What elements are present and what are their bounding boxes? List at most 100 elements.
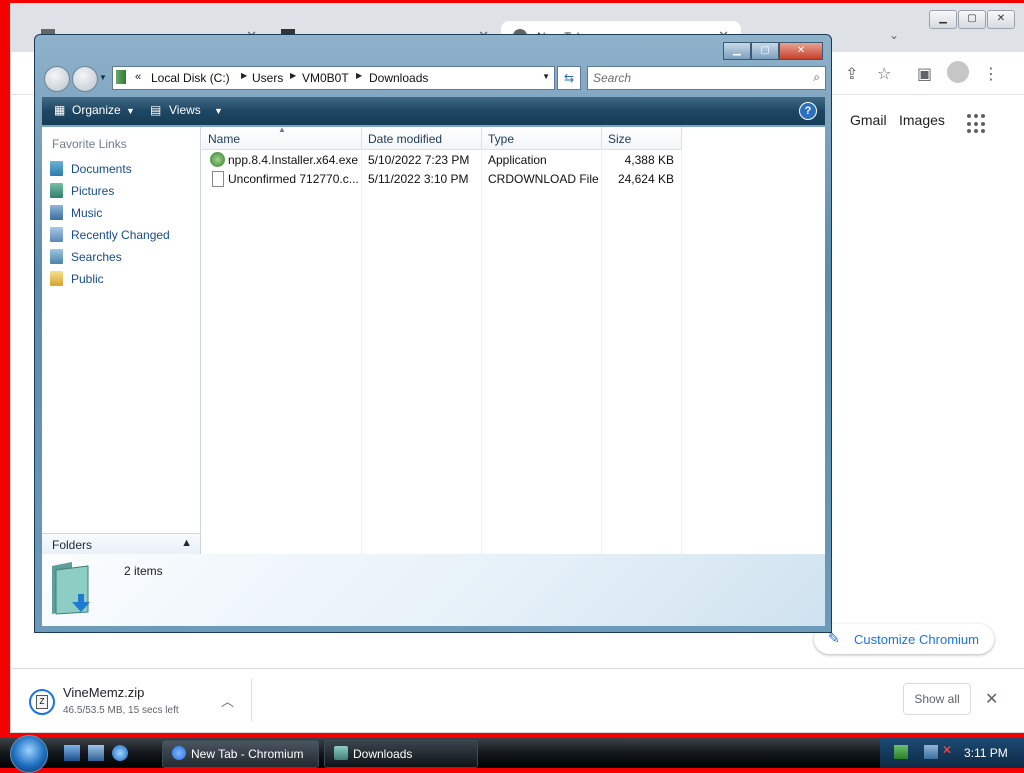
- double-chevron-icon[interactable]: «: [135, 71, 141, 83]
- organize-button[interactable]: Organize: [72, 103, 121, 117]
- column-divider: [361, 149, 362, 554]
- breadcrumb-arrow-icon[interactable]: ▶: [356, 71, 362, 80]
- search-icon[interactable]: ⌕: [813, 70, 820, 85]
- share-icon[interactable]: ⇪: [845, 64, 858, 84]
- column-header-size[interactable]: Size: [602, 127, 682, 150]
- file-icon: [212, 171, 224, 187]
- chevron-up-icon: ▲: [181, 537, 192, 549]
- close-button[interactable]: ✕: [987, 10, 1015, 29]
- switch-windows-icon[interactable]: [88, 745, 104, 761]
- menu-kebab-icon[interactable]: ⋮: [983, 64, 999, 84]
- customize-label: Customize Chromium: [854, 632, 979, 647]
- task-label: Downloads: [353, 747, 413, 761]
- breadcrumb-user[interactable]: VM0B0T: [302, 71, 349, 85]
- column-header-name[interactable]: ▲ Name: [202, 125, 362, 150]
- tab-search-chevron-icon[interactable]: ⌄: [889, 28, 899, 42]
- recent-pages-chevron-icon[interactable]: ▼: [99, 73, 107, 82]
- refresh-icon[interactable]: ⇆: [557, 66, 581, 90]
- system-tray: ✕ 3:11 PM: [880, 738, 1024, 768]
- explorer-window-controls: ▁ ▢ ✕: [723, 42, 823, 60]
- back-button[interactable]: [44, 66, 70, 92]
- column-divider: [481, 149, 482, 554]
- item-count: 2 items: [124, 564, 163, 578]
- download-filename[interactable]: VineMemz.zip: [63, 685, 144, 700]
- address-dropdown-icon[interactable]: ▼: [542, 72, 550, 81]
- nav-item-pictures[interactable]: Pictures: [48, 181, 196, 201]
- taskbar-button-chromium[interactable]: New Tab - Chromium: [162, 740, 319, 768]
- views-dropdown-icon[interactable]: ▼: [214, 106, 223, 116]
- breadcrumb-arrow-icon[interactable]: ▶: [241, 71, 247, 80]
- explorer-window: ▁ ▢ ✕ ▼ « Local Disk (C:) ▶ Users ▶ VM0B…: [34, 34, 832, 633]
- file-name: Unconfirmed 712770.c...: [228, 172, 359, 186]
- file-date: 5/11/2022 3:10 PM: [368, 172, 469, 186]
- file-date: 5/10/2022 7:23 PM: [368, 153, 470, 167]
- file-list: ▲ Name Date modified Type Size npp.8.4.I…: [202, 125, 825, 554]
- search-box[interactable]: Search ⌕: [587, 66, 826, 90]
- close-shelf-icon[interactable]: ✕: [985, 689, 998, 709]
- nav-item-public[interactable]: Public: [48, 269, 196, 289]
- task-label: New Tab - Chromium: [191, 747, 304, 761]
- divider: [251, 679, 252, 721]
- gmail-link[interactable]: Gmail: [850, 112, 887, 128]
- images-link[interactable]: Images: [899, 112, 945, 128]
- nav-item-searches[interactable]: Searches: [48, 247, 196, 267]
- minimize-button[interactable]: ▁: [929, 10, 957, 29]
- address-bar[interactable]: « Local Disk (C:) ▶ Users ▶ VM0B0T ▶ Dow…: [112, 66, 555, 90]
- close-button[interactable]: ✕: [779, 42, 823, 60]
- chromium-window-controls: ▁ ▢ ✕: [929, 10, 1015, 29]
- file-size: 24,624 KB: [617, 172, 674, 186]
- public-folder-icon: [50, 271, 63, 286]
- file-type: CRDOWNLOAD File: [488, 172, 599, 186]
- nav-item-music[interactable]: Music: [48, 203, 196, 223]
- column-header-date-modified[interactable]: Date modified: [362, 127, 482, 150]
- breadcrumb-local-disk[interactable]: Local Disk (C:): [151, 71, 230, 85]
- breadcrumb-users[interactable]: Users: [252, 71, 283, 85]
- organize-dropdown-icon[interactable]: ▼: [126, 106, 135, 116]
- views-button[interactable]: Views: [169, 103, 201, 117]
- minimize-button[interactable]: ▁: [723, 42, 751, 60]
- pictures-icon: [50, 183, 63, 198]
- volume-muted-icon[interactable]: ✕: [942, 743, 952, 757]
- show-desktop-icon[interactable]: [64, 745, 80, 761]
- show-all-button[interactable]: Show all: [903, 683, 971, 715]
- chromium-icon: [172, 746, 186, 760]
- help-icon[interactable]: ?: [799, 102, 817, 120]
- music-icon: [50, 205, 63, 220]
- nav-item-documents[interactable]: Documents: [48, 159, 196, 179]
- file-row[interactable]: Unconfirmed 712770.c... 5/11/2022 3:10 P…: [202, 170, 674, 189]
- downloads-folder-icon: [52, 562, 90, 615]
- folder-icon: [334, 746, 348, 760]
- maximize-button[interactable]: ▢: [751, 42, 779, 60]
- documents-icon: [50, 161, 63, 176]
- connection-icon[interactable]: [924, 745, 938, 759]
- searches-icon: [50, 249, 63, 264]
- views-icon: ▤: [150, 103, 162, 117]
- nav-item-label: Searches: [71, 250, 122, 264]
- column-header-type[interactable]: Type: [482, 127, 602, 150]
- bookmark-star-icon[interactable]: ☆: [877, 64, 891, 84]
- chevron-up-icon[interactable]: ︿: [221, 691, 234, 710]
- google-apps-icon[interactable]: [967, 114, 987, 134]
- sort-ascending-icon: ▲: [278, 125, 286, 134]
- file-row[interactable]: npp.8.4.Installer.x64.exe 5/10/2022 7:23…: [202, 151, 674, 170]
- taskbar-button-downloads[interactable]: Downloads: [324, 740, 478, 768]
- clock[interactable]: 3:11 PM: [964, 746, 1008, 760]
- folders-toggle[interactable]: Folders ▲: [42, 533, 200, 556]
- side-panel-icon[interactable]: ▣: [917, 64, 932, 84]
- file-type: Application: [488, 153, 547, 167]
- start-button[interactable]: [10, 735, 48, 773]
- profile-avatar[interactable]: [947, 61, 969, 83]
- maximize-button[interactable]: ▢: [958, 10, 986, 29]
- download-progress-icon[interactable]: Z: [29, 689, 55, 715]
- nav-item-label: Public: [71, 272, 104, 286]
- nav-item-label: Documents: [71, 162, 132, 176]
- forward-button[interactable]: [72, 66, 98, 92]
- nav-item-recently-changed[interactable]: Recently Changed: [48, 225, 196, 245]
- breadcrumb-downloads[interactable]: Downloads: [369, 71, 428, 85]
- internet-explorer-icon[interactable]: [112, 745, 128, 761]
- customize-chromium-button[interactable]: ✎ Customize Chromium: [814, 624, 994, 654]
- column-divider: [601, 149, 602, 554]
- network-icon[interactable]: [894, 745, 908, 759]
- details-pane: 2 items: [42, 554, 825, 626]
- breadcrumb-arrow-icon[interactable]: ▶: [290, 71, 296, 80]
